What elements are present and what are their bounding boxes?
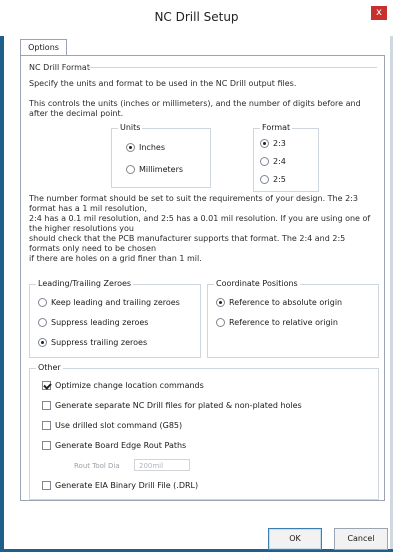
options-panel: NC Drill Format Specify the units and fo…: [20, 55, 385, 501]
suppress-trailing-radio[interactable]: [38, 338, 47, 347]
suppress-leading-radio[interactable]: [38, 318, 47, 327]
format-23-option[interactable]: 2:3: [260, 139, 286, 148]
suppress-leading-option[interactable]: Suppress leading zeroes: [38, 318, 148, 327]
format-24-radio[interactable]: [260, 157, 269, 166]
units-inches-label: Inches: [139, 143, 165, 152]
units-group: Units Inches Millimeters: [111, 123, 211, 188]
format-25-label: 2:5: [273, 175, 286, 184]
cancel-button[interactable]: Cancel: [334, 528, 388, 550]
optimize-label: Optimize change location commands: [55, 381, 204, 390]
absolute-origin-option[interactable]: Reference to absolute origin: [216, 298, 342, 307]
use-slot-checkbox[interactable]: [42, 421, 51, 430]
nc-drill-format-divider: [87, 67, 377, 68]
separate-files-checkbox[interactable]: [42, 401, 51, 410]
units-inches-radio[interactable]: [126, 143, 135, 152]
nc-drill-format-title: NC Drill Format: [29, 63, 90, 72]
keep-zeroes-label: Keep leading and trailing zeroes: [51, 298, 180, 307]
relative-origin-label: Reference to relative origin: [229, 318, 338, 327]
suppress-trailing-label: Suppress trailing zeroes: [51, 338, 148, 347]
optimize-checkbox[interactable]: [42, 381, 51, 390]
separate-files-label: Generate separate NC Drill files for pla…: [55, 401, 302, 410]
other-group: Other Optimize change location commands …: [29, 363, 379, 500]
eia-binary-option[interactable]: Generate EIA Binary Drill File (.DRL): [42, 481, 198, 490]
edge-paths-label: Generate Board Edge Rout Paths: [55, 441, 187, 450]
units-millimeters-option[interactable]: Millimeters: [126, 165, 183, 174]
coordinate-positions-label: Coordinate Positions: [214, 279, 300, 288]
nc-drill-format-desc2: This controls the units (inches or milli…: [29, 99, 361, 118]
absolute-origin-radio[interactable]: [216, 298, 225, 307]
units-inches-option[interactable]: Inches: [126, 143, 165, 152]
keep-zeroes-option[interactable]: Keep leading and trailing zeroes: [38, 298, 180, 307]
use-slot-option[interactable]: Use drilled slot command (G85): [42, 421, 182, 430]
format-group-label: Format: [260, 123, 293, 132]
edge-paths-option[interactable]: Generate Board Edge Rout Paths: [42, 441, 186, 450]
units-millimeters-label: Millimeters: [139, 165, 184, 174]
format-group: Format 2:3 2:4 2:5: [253, 123, 319, 192]
suppress-leading-label: Suppress leading zeroes: [51, 318, 149, 327]
units-group-label: Units: [118, 123, 143, 132]
edge-paths-checkbox[interactable]: [42, 441, 51, 450]
close-icon: x: [376, 7, 382, 18]
coordinate-positions-group: Coordinate Positions Reference to absolu…: [207, 279, 379, 358]
ok-button[interactable]: OK: [268, 528, 322, 550]
rout-tool-dia-input[interactable]: 200mil: [134, 459, 190, 471]
nc-drill-setup-window: NC Drill Setup x Options NC Drill Format…: [0, 0, 393, 552]
nc-drill-format-desc1: Specify the units and format to be used …: [29, 79, 297, 88]
separate-files-option[interactable]: Generate separate NC Drill files for pla…: [42, 401, 302, 410]
rout-tool-dia-label: Rout Tool Dia: [74, 462, 120, 470]
format-24-option[interactable]: 2:4: [260, 157, 286, 166]
format-23-label: 2:3: [273, 139, 286, 148]
leading-trailing-label: Leading/Trailing Zeroes: [36, 279, 134, 288]
format-23-radio[interactable]: [260, 139, 269, 148]
eia-binary-label: Generate EIA Binary Drill File (.DRL): [55, 481, 199, 490]
close-button[interactable]: x: [371, 6, 387, 20]
format-25-radio[interactable]: [260, 175, 269, 184]
window-title: NC Drill Setup: [154, 10, 239, 24]
other-group-label: Other: [36, 363, 63, 372]
eia-binary-checkbox[interactable]: [42, 481, 51, 490]
format-24-label: 2:4: [273, 157, 286, 166]
keep-zeroes-radio[interactable]: [38, 298, 47, 307]
suppress-trailing-option[interactable]: Suppress trailing zeroes: [38, 338, 147, 347]
optimize-option[interactable]: Optimize change location commands: [42, 381, 204, 390]
leading-trailing-group: Leading/Trailing Zeroes Keep leading and…: [29, 279, 201, 358]
use-slot-label: Use drilled slot command (G85): [55, 421, 183, 430]
absolute-origin-label: Reference to absolute origin: [229, 298, 343, 307]
title-bar: NC Drill Setup x: [0, 0, 393, 36]
tab-options[interactable]: Options: [20, 39, 67, 56]
format-25-option[interactable]: 2:5: [260, 175, 286, 184]
window-left-border: [0, 0, 4, 552]
relative-origin-radio[interactable]: [216, 318, 225, 327]
units-millimeters-radio[interactable]: [126, 165, 135, 174]
format-note: The number format should be set to suit …: [29, 194, 371, 263]
relative-origin-option[interactable]: Reference to relative origin: [216, 318, 338, 327]
